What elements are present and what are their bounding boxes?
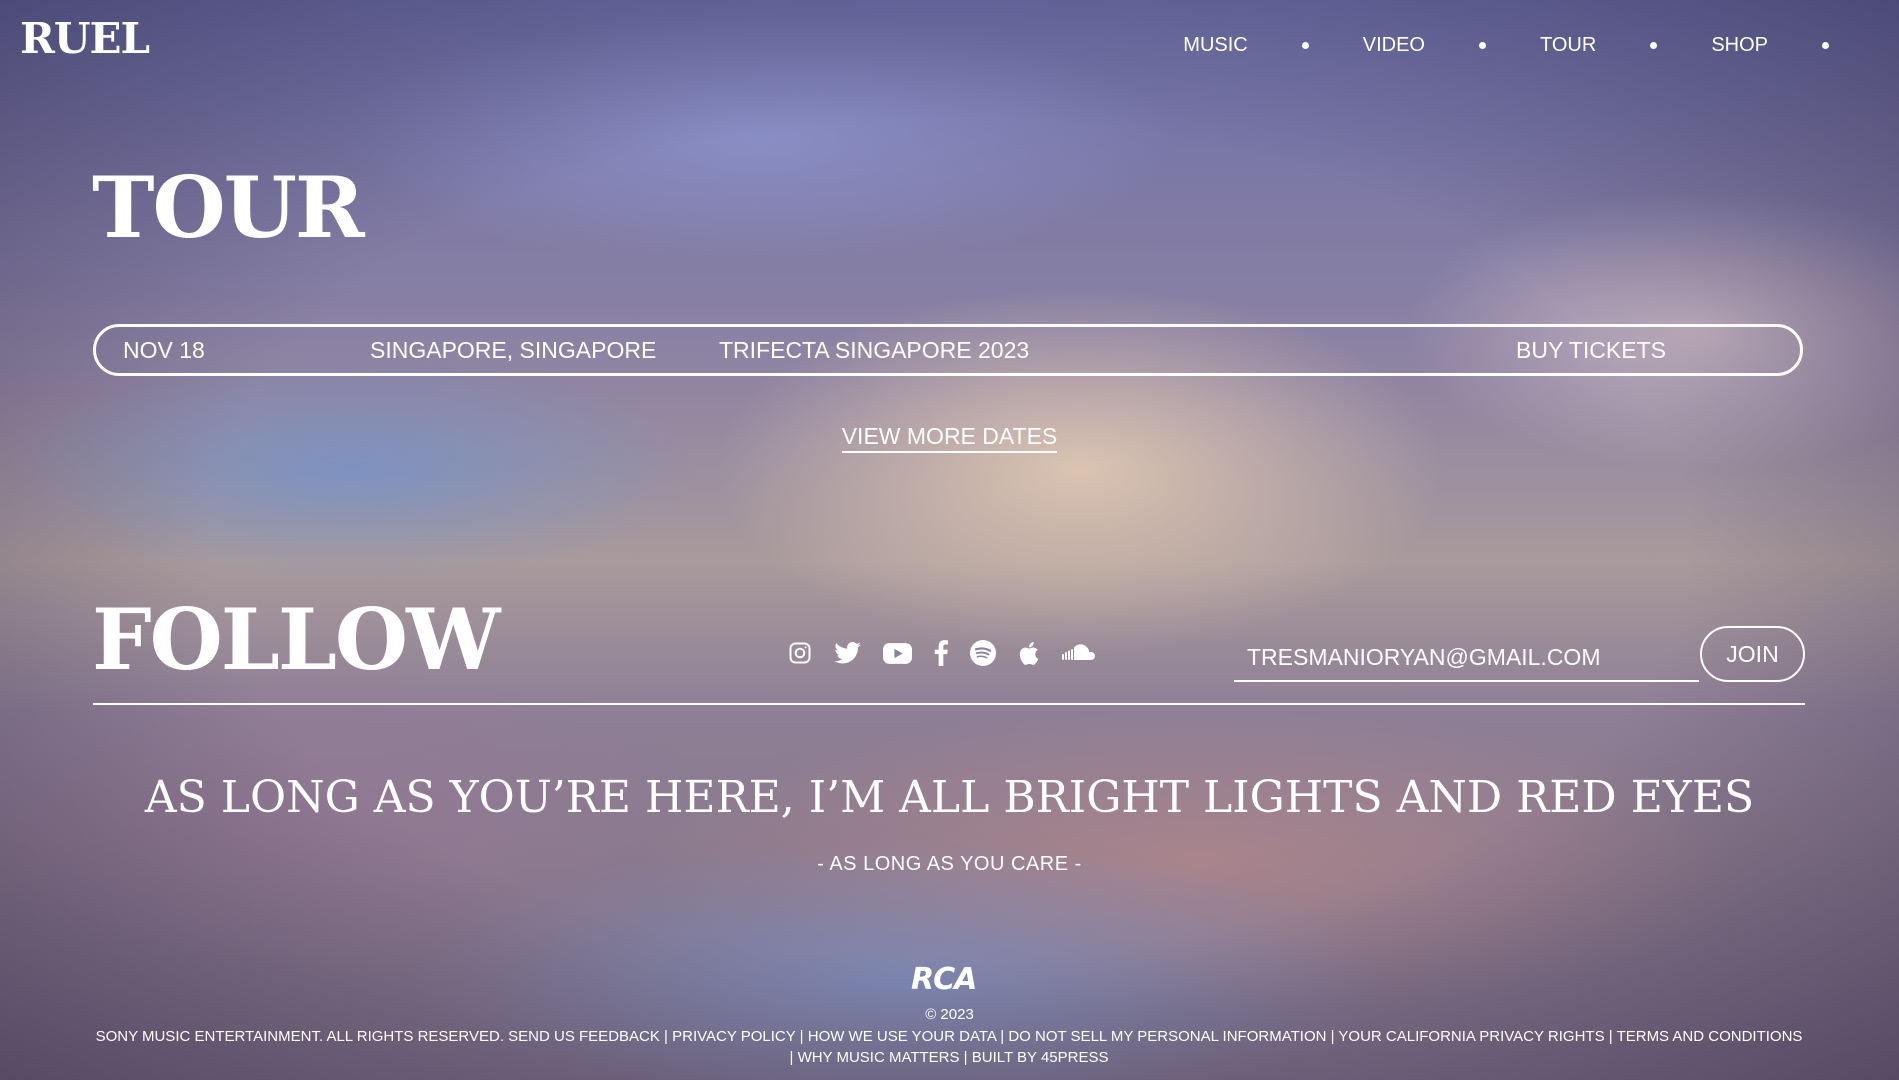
footer-link-feedback[interactable]: SEND US FEEDBACK <box>508 1028 660 1045</box>
rca-logo[interactable]: RCA <box>911 962 977 997</box>
footer-link-music-matters[interactable]: WHY MUSIC MATTERS <box>798 1049 960 1066</box>
email-signup-input[interactable] <box>1234 634 1699 682</box>
main-nav: MUSIC VIDEO TOUR SHOP <box>1183 34 1829 57</box>
nav-separator-dot <box>1301 42 1309 49</box>
tour-heading: TOUR <box>92 158 365 257</box>
legal-rights-text: SONY MUSIC ENTERTAINMENT. ALL RIGHTS RES… <box>95 1028 504 1045</box>
nav-separator-dot <box>1479 42 1486 49</box>
buy-tickets-link[interactable]: BUY TICKETS <box>1516 337 1666 364</box>
soundcloud-icon[interactable] <box>1061 636 1095 670</box>
twitter-icon[interactable] <box>834 636 861 670</box>
footer-link-data-use[interactable]: HOW WE USE YOUR DATA <box>808 1028 996 1045</box>
follow-heading: FOLLOW <box>92 590 500 689</box>
nav-item-shop[interactable]: SHOP <box>1711 34 1768 57</box>
instagram-icon[interactable] <box>788 636 812 670</box>
nav-separator-dot <box>1650 42 1658 49</box>
legal-footer: SONY MUSIC ENTERTAINMENT. ALL RIGHTS RES… <box>95 1028 1803 1066</box>
join-button[interactable]: JOIN <box>1700 626 1805 682</box>
nav-item-video[interactable]: VIDEO <box>1363 34 1425 57</box>
view-more-container: VIEW MORE DATES <box>0 423 1899 453</box>
apple-icon[interactable] <box>1018 636 1039 670</box>
view-more-dates-link[interactable]: VIEW MORE DATES <box>841 423 1058 453</box>
nav-item-music[interactable]: MUSIC <box>1183 34 1247 57</box>
footer-link-do-not-sell[interactable]: DO NOT SELL MY PERSONAL INFORMATION <box>1008 1028 1326 1045</box>
nav-item-tour[interactable]: TOUR <box>1540 34 1596 57</box>
facebook-icon[interactable] <box>934 636 948 670</box>
social-links <box>788 636 1117 670</box>
footer-link-california-rights[interactable]: YOUR CALIFORNIA PRIVACY RIGHTS <box>1338 1028 1604 1045</box>
site-logo[interactable]: RUEL <box>20 18 150 60</box>
tour-event-name: TRIFECTA SINGAPORE 2023 <box>719 337 1030 363</box>
tour-date: NOV 18 <box>123 337 205 363</box>
copyright-text: © 2023 <box>925 1006 974 1023</box>
footer-link-privacy-policy[interactable]: PRIVACY POLICY <box>672 1028 795 1045</box>
youtube-icon[interactable] <box>883 636 912 670</box>
tour-date-row: NOV 18 SINGAPORE, SINGAPORE TRIFECTA SIN… <box>93 324 1803 376</box>
footer-link-terms[interactable]: TERMS AND CONDITIONS <box>1617 1028 1803 1045</box>
spotify-icon[interactable] <box>970 636 996 670</box>
follow-divider <box>93 703 1805 705</box>
lyric-source: - AS LONG AS YOU CARE - <box>817 853 1082 875</box>
nav-separator-dot <box>1822 42 1829 49</box>
tour-location: SINGAPORE, SINGAPORE <box>370 337 657 363</box>
lyric-quote: AS LONG AS YOU’RE HERE, I’M ALL BRIGHT L… <box>144 772 1755 823</box>
footer-link-built-by[interactable]: BUILT BY 45PRESS <box>972 1049 1109 1066</box>
